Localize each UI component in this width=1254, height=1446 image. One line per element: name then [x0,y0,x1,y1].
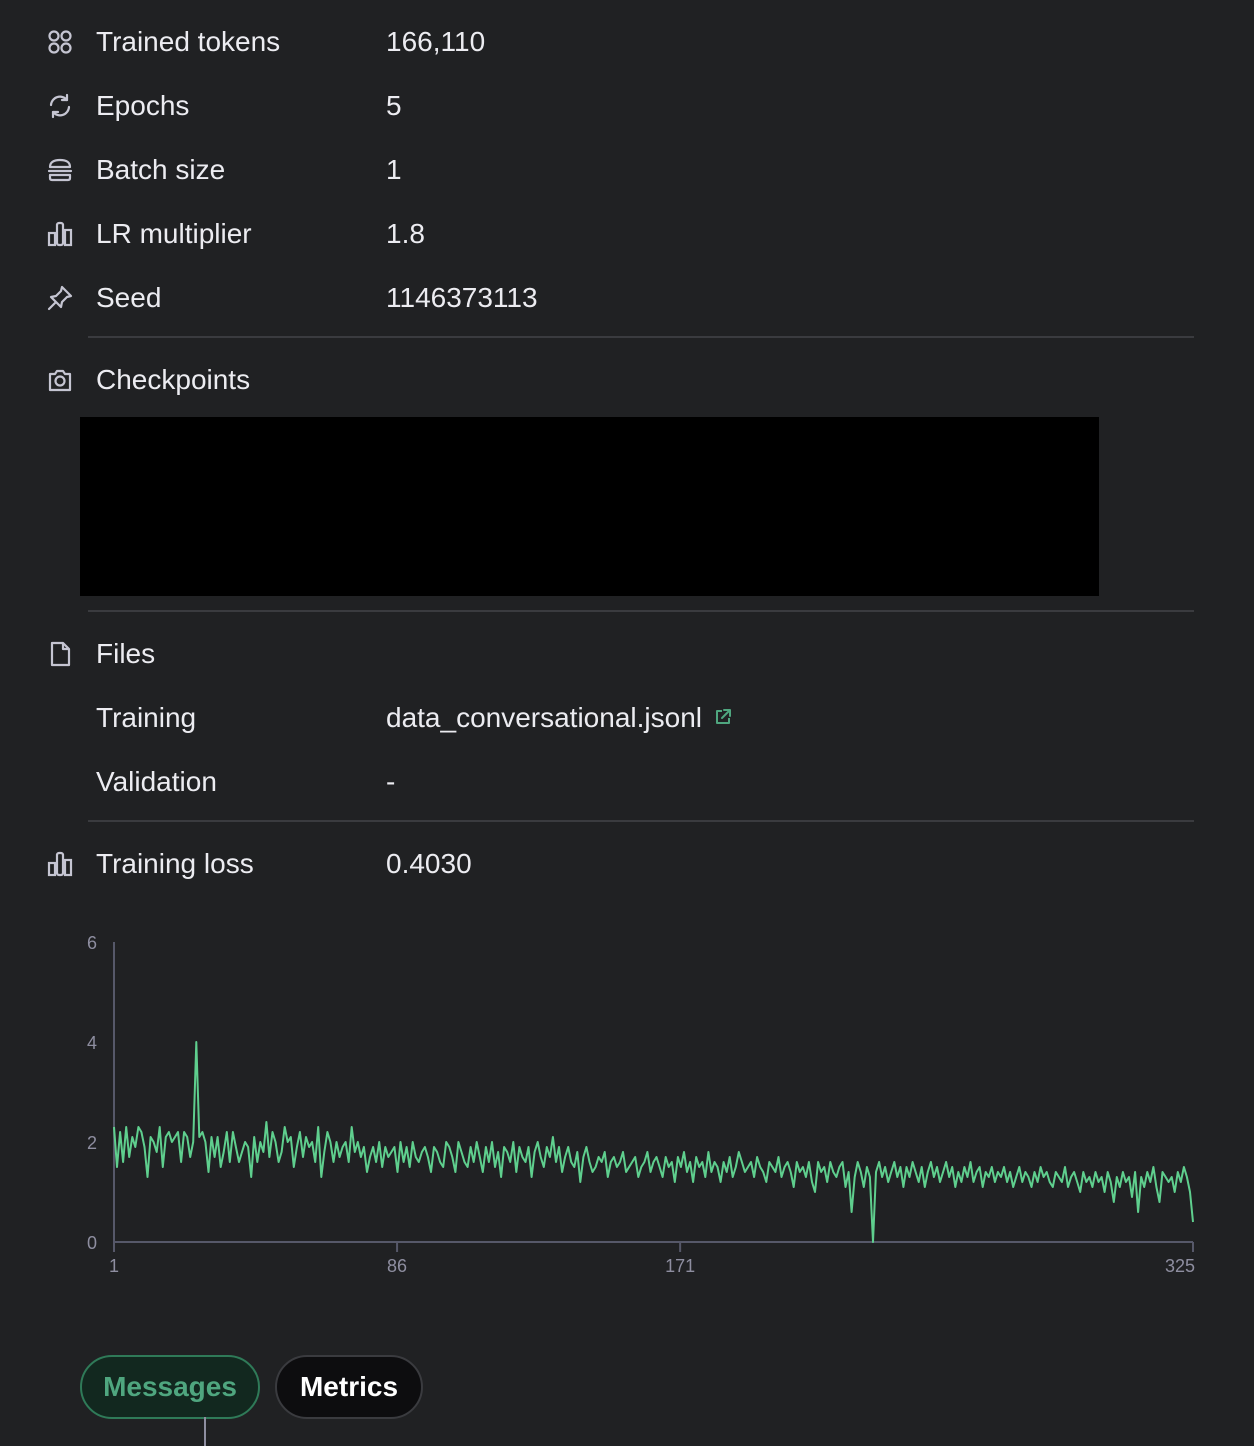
training-file-link[interactable]: data_conversational.jsonl [386,704,732,732]
tab-metrics[interactable]: Metrics [275,1355,423,1419]
training-file-row: Training data_conversational.jsonl [0,698,1254,738]
training-loss-label: Training loss [96,848,254,879]
validation-file-row: Validation - [0,762,1254,802]
trained-tokens-row: Trained tokens 166,110 [0,22,1254,62]
batch-size-label: Batch size [96,154,226,185]
y-tick-label: 2 [87,1133,97,1153]
batch-size-value: 1 [386,154,402,185]
external-link-icon[interactable] [714,708,732,726]
y-tick-label: 4 [87,1033,97,1053]
trained-tokens-value: 166,110 [386,26,486,57]
files-label: Files [96,638,156,669]
pin-icon [47,285,73,311]
training-file-name[interactable]: data_conversational.jsonl [386,702,702,733]
y-tick-label: 6 [87,933,97,953]
training-loss-row: Training loss 0.4030 [0,844,1254,884]
epochs-value: 5 [386,90,402,121]
file-icon [50,641,71,667]
validation-file-value: - [386,766,396,797]
epochs-row: Epochs 5 [0,86,1254,126]
grid-dots-icon [48,30,72,54]
trained-tokens-label: Trained tokens [96,26,281,57]
lr-multiplier-value: 1.8 [386,218,425,249]
x-tick-label: 1 [109,1256,119,1276]
tab-messages[interactable]: Messages [80,1355,260,1419]
training-file-label: Training [96,702,197,733]
y-tick-label: 0 [87,1233,97,1253]
training-loss-value: 0.4030 [386,848,472,879]
files-row: Files [0,634,1254,674]
x-tick-label: 171 [665,1256,695,1276]
checkpoints-redacted [80,417,1099,596]
seed-label: Seed [96,282,162,313]
epochs-label: Epochs [96,90,190,121]
training-loss-line [113,1041,1194,1243]
camera-icon [48,369,72,392]
checkpoints-row: Checkpoints [0,360,1254,400]
seed-row: Seed 1146373113 [0,278,1254,318]
stack-icon [47,158,73,182]
tab-connector [204,1417,206,1446]
lr-multiplier-label: LR multiplier [96,218,252,249]
checkpoints-label: Checkpoints [96,364,251,395]
bar-chart-icon [47,851,73,877]
bar-chart-icon [47,221,73,247]
lr-multiplier-row: LR multiplier 1.8 [0,214,1254,254]
x-tick-label: 86 [387,1256,407,1276]
divider [88,336,1194,338]
validation-file-label: Validation [96,766,217,797]
seed-value: 1146373113 [386,282,538,313]
divider [88,610,1194,612]
x-tick-label: 325 [1165,1256,1195,1276]
refresh-icon [49,93,71,119]
divider [88,820,1194,822]
training-loss-chart: 0 2 4 6 1 86 171 325 [87,933,1195,1276]
batch-size-row: Batch size 1 [0,150,1254,190]
